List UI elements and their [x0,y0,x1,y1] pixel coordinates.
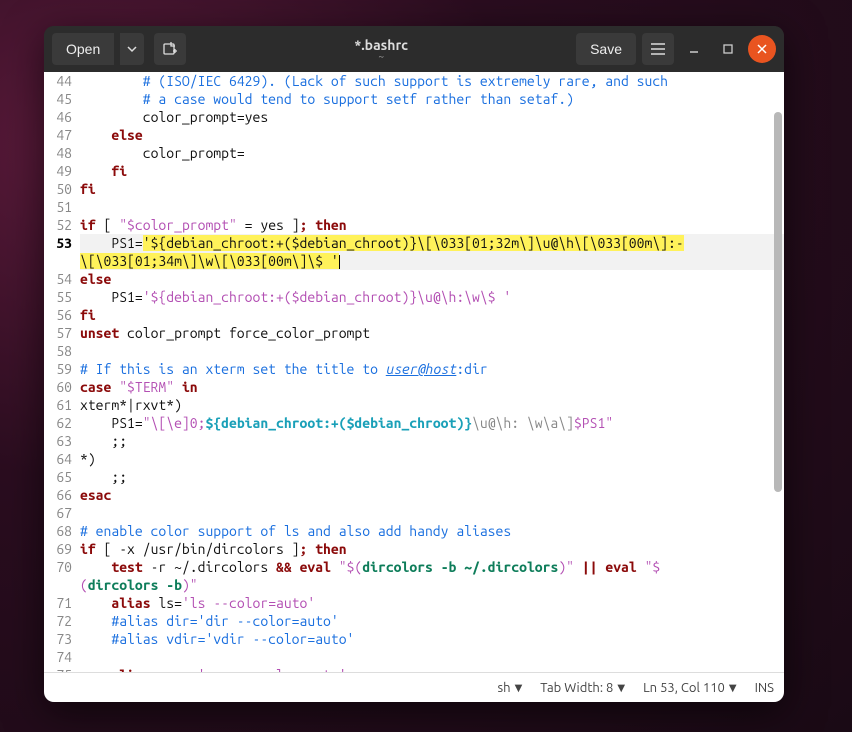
vertical-scrollbar[interactable] [772,72,782,672]
chevron-down-icon [127,44,137,54]
window-title-area: *.bashrc ~ [192,37,570,62]
chevron-down-icon: ▼ [729,682,737,694]
syntax-mode-label: sh [498,681,511,695]
new-tab-icon [162,41,178,57]
tab-width-label: Tab Width: 8 [540,681,613,695]
open-button[interactable]: Open [52,33,114,65]
cursor-position-label: Ln 53, Col 110 [643,681,725,695]
insert-mode-indicator[interactable]: INS [755,681,774,695]
editor-window: Open *.bashrc ~ Save 4445464748495051525… [44,26,784,702]
open-recent-dropdown[interactable] [120,33,144,65]
insert-mode-label: INS [755,681,774,695]
new-document-button[interactable] [154,33,186,65]
scrollbar-thumb[interactable] [774,112,782,492]
maximize-icon [723,44,733,54]
chevron-down-icon: ▼ [515,682,523,694]
close-icon [757,44,767,54]
titlebar: Open *.bashrc ~ Save [44,26,784,72]
cursor-position-selector[interactable]: Ln 53, Col 110 ▼ [643,681,737,695]
editor-area[interactable]: 4445464748495051525354555657585960616263… [44,72,784,672]
document-path: ~ [192,51,570,62]
syntax-mode-selector[interactable]: sh ▼ [498,681,523,695]
save-button[interactable]: Save [576,33,636,65]
status-bar: sh ▼ Tab Width: 8 ▼ Ln 53, Col 110 ▼ INS [44,672,784,702]
minimize-icon [689,44,699,54]
window-close-button[interactable] [748,35,776,63]
code-content[interactable]: # (ISO/IEC 6429). (Lack of such support … [80,72,784,672]
window-maximize-button[interactable] [714,35,742,63]
tab-width-selector[interactable]: Tab Width: 8 ▼ [540,681,625,695]
hamburger-icon [651,43,665,55]
line-number-gutter: 4445464748495051525354555657585960616263… [44,72,80,672]
window-minimize-button[interactable] [680,35,708,63]
chevron-down-icon: ▼ [617,682,625,694]
hamburger-menu-button[interactable] [642,33,674,65]
